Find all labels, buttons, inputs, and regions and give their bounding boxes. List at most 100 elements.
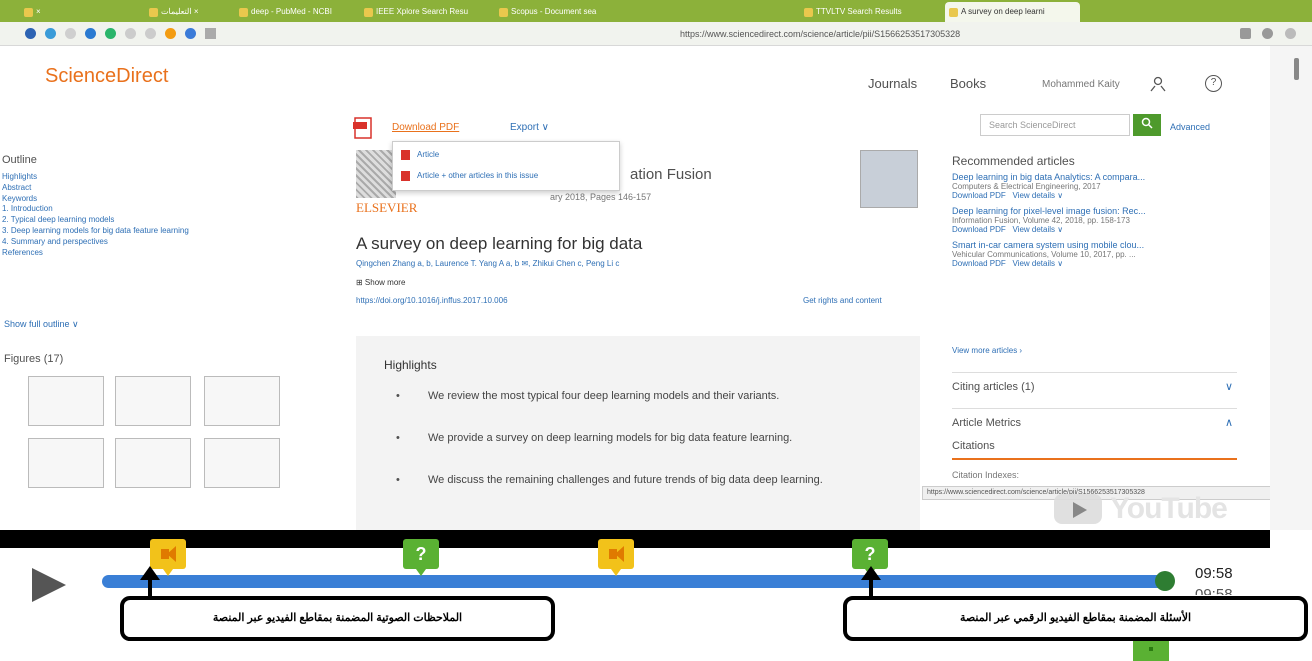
figures-title: Figures (17) (4, 353, 64, 365)
questions-callout: الأسئلة المضمنة بمقاطع الفيديو الرقمي عب… (843, 596, 1308, 641)
extension-icon[interactable] (125, 28, 136, 39)
video-timeline[interactable] (102, 575, 1170, 588)
extension-icon[interactable] (105, 28, 116, 39)
recommended-title[interactable]: Recommended articles (952, 154, 1237, 168)
browser-tab[interactable]: Scopus - Document sea (495, 2, 625, 22)
audio-note-marker[interactable] (598, 539, 634, 576)
get-rights-link[interactable]: Get rights and content (803, 296, 882, 305)
recommended-article-source: Computers & Electrical Engineering, 2017 (952, 182, 1101, 191)
show-full-outline-button[interactable]: Show full outline ∨ (4, 319, 79, 330)
journal-cover-image[interactable] (860, 150, 918, 208)
annotation-arrow (869, 578, 873, 598)
extension-icon[interactable] (25, 28, 36, 39)
tab-favicon-icon (804, 8, 813, 17)
tab-favicon-icon (239, 8, 248, 17)
play-button[interactable] (32, 568, 66, 602)
outline-item[interactable]: 2. Typical deep learning models (2, 215, 322, 226)
audio-note-marker[interactable] (150, 539, 186, 576)
article-authors[interactable]: Qingchen Zhang a, b, Laurence T. Yang A … (356, 259, 619, 268)
timeline-scrubber[interactable] (1155, 571, 1175, 591)
figure-thumbnail[interactable] (115, 438, 191, 488)
tab-favicon-icon (499, 8, 508, 17)
citations-tab[interactable]: Citations (952, 440, 1237, 460)
pdf-icon (401, 171, 410, 181)
browser-tab-active[interactable]: A survey on deep learni (945, 2, 1080, 22)
pdf-icon (401, 150, 410, 160)
books-link[interactable]: Books (950, 76, 986, 91)
outline-item[interactable]: Abstract (2, 183, 322, 194)
url-field[interactable]: https://www.sciencedirect.com/science/ar… (680, 26, 1200, 42)
download-pdf-button[interactable]: Download PDF (392, 122, 459, 133)
recommended-article-link[interactable]: Smart in-car camera system using mobile … (952, 240, 1237, 250)
sciencedirect-logo[interactable]: ScienceDirect (45, 65, 168, 88)
chevron-up-icon: ∧ (1224, 417, 1233, 429)
bookmark-star-icon[interactable] (205, 28, 216, 39)
highlight-item: We discuss the remaining challenges and … (428, 474, 823, 486)
recommended-article-link[interactable]: Deep learning in big data Analytics: A c… (952, 172, 1237, 182)
question-marker[interactable]: ? (852, 539, 888, 576)
user-icon[interactable] (1150, 76, 1166, 95)
article-metrics-section[interactable]: Article Metrics ∧ (952, 408, 1237, 429)
question-marker[interactable]: ? (403, 539, 439, 576)
highlight-item: We review the most typical four deep lea… (428, 390, 780, 402)
citing-articles-section[interactable]: Citing articles (1) ∨ (952, 372, 1237, 393)
search-input[interactable]: Search ScienceDirect (980, 114, 1130, 136)
sciencedirect-page: ScienceDirect Journals Books Mohammed Ka… (0, 46, 1270, 530)
extension-icon[interactable] (145, 28, 156, 39)
journals-link[interactable]: Journals (868, 76, 917, 91)
recommended-article-link[interactable]: Deep learning for pixel-level image fusi… (952, 206, 1237, 216)
browser-tab[interactable]: × (20, 2, 110, 22)
extension-icon[interactable] (65, 28, 76, 39)
back-arrow-icon[interactable] (1285, 28, 1296, 39)
figure-thumbnail[interactable] (204, 438, 280, 488)
bullet: • (396, 390, 400, 402)
tab-favicon-icon (949, 8, 958, 17)
question-marker-partial (1133, 641, 1169, 661)
youtube-logo: YouTube (1110, 492, 1228, 525)
scrollbar-thumb[interactable] (1294, 58, 1299, 80)
export-button[interactable]: Export ∨ (510, 122, 549, 133)
show-more-button[interactable]: ⊞ Show more (356, 278, 405, 287)
journal-title[interactable]: ation Fusion (630, 166, 712, 183)
recommended-article-actions[interactable]: Download PDF View details ∨ (952, 259, 1237, 268)
figure-thumbnail[interactable] (28, 376, 104, 426)
extension-icon[interactable] (85, 28, 96, 39)
extension-icon[interactable] (165, 28, 176, 39)
figure-thumbnail[interactable] (28, 438, 104, 488)
youtube-triangle-icon (1073, 502, 1087, 518)
dropdown-item-issue[interactable]: Article + other articles in this issue (401, 171, 538, 181)
outline-item[interactable]: Highlights (2, 172, 322, 183)
outline-item[interactable]: 3. Deep learning models for big data fea… (2, 226, 322, 237)
browser-tab[interactable]: IEEE Xplore Search Resu (360, 2, 490, 22)
browser-tab[interactable]: التعليمات × (145, 2, 225, 22)
publisher-logo[interactable]: ELSEVIER (356, 200, 417, 216)
figure-thumbnail[interactable] (204, 376, 280, 426)
advanced-search-link[interactable]: Advanced (1170, 122, 1210, 132)
outline-panel: Outline Highlights Abstract Keywords 1. … (2, 154, 322, 258)
browser-tab[interactable]: TTVLTV Search Results (800, 2, 930, 22)
extension-icon[interactable] (185, 28, 196, 39)
page-scrollbar[interactable] (1270, 46, 1312, 530)
help-icon[interactable]: ? (1205, 75, 1222, 92)
extension-icon[interactable] (45, 28, 56, 39)
search-button[interactable] (1133, 114, 1161, 136)
outline-item[interactable]: Keywords (2, 194, 322, 205)
outline-item[interactable]: References (2, 248, 322, 259)
home-icon[interactable] (1240, 28, 1251, 39)
journal-volume: ary 2018, Pages 146-157 (550, 192, 652, 202)
refresh-icon[interactable] (1262, 28, 1273, 39)
outline-item[interactable]: 4. Summary and perspectives (2, 237, 322, 248)
pdf-icon (352, 116, 376, 140)
annotation-arrow (148, 578, 152, 598)
recommended-article-actions[interactable]: Download PDF View details ∨ (952, 225, 1237, 234)
dropdown-item-article[interactable]: Article (401, 150, 439, 160)
youtube-watermark[interactable]: YouTube (1030, 488, 1270, 528)
browser-tab[interactable]: deep - PubMed - NCBI (235, 2, 355, 22)
user-name[interactable]: Mohammed Kaity (1042, 79, 1120, 90)
view-more-articles-link[interactable]: View more articles › (952, 346, 1022, 355)
doi-link[interactable]: https://doi.org/10.1016/j.inffus.2017.10… (356, 296, 508, 305)
outline-item[interactable]: 1. Introduction (2, 204, 322, 215)
figure-thumbnail[interactable] (115, 376, 191, 426)
video-time: 09:58 (1195, 565, 1233, 582)
recommended-article-actions[interactable]: Download PDF View details ∨ (952, 191, 1237, 200)
